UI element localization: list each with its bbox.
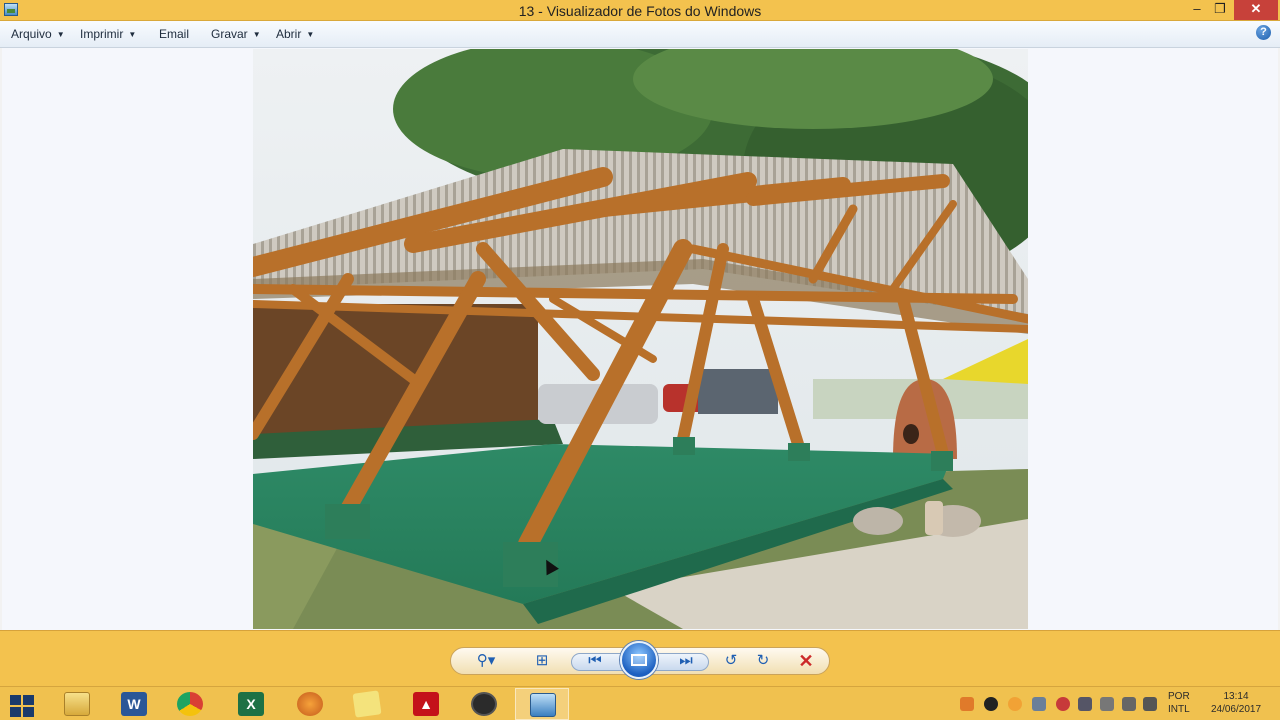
viewer-control-bar: ⚲▾ ⊞ ⏮ ⏭ ↺ ↻ ✕	[0, 630, 1280, 686]
signal-icon[interactable]	[1143, 697, 1157, 711]
tray-network-icon[interactable]	[1032, 697, 1046, 711]
tray-app-icon[interactable]	[960, 697, 974, 711]
language-code: POR	[1168, 691, 1190, 702]
maximize-button[interactable]: ❐	[1209, 0, 1231, 20]
previous-icon[interactable]: ⏮	[582, 648, 608, 674]
menu-abrir[interactable]: Abrir ▼	[276, 27, 314, 41]
tray-alert-icon[interactable]	[1056, 697, 1070, 711]
language-indicator[interactable]: POR INTL	[1168, 690, 1190, 716]
obs-icon	[471, 692, 497, 716]
windows-start-icon[interactable]	[10, 695, 34, 717]
menu-arquivo-label: Arquivo	[11, 27, 52, 41]
displayed-photo[interactable]	[253, 49, 1028, 629]
chevron-down-icon: ▼	[56, 30, 65, 39]
fit-window-icon[interactable]: ⊞	[529, 648, 555, 674]
taskbar-excel[interactable]: X	[224, 688, 278, 720]
chrome-icon	[177, 692, 203, 716]
tray-orange-icon[interactable]	[1008, 697, 1022, 711]
chevron-down-icon: ▼	[252, 30, 261, 39]
volume-icon[interactable]	[1122, 697, 1136, 711]
taskbar-acrobat[interactable]: ▲	[399, 688, 453, 720]
menu-email-label: Email	[159, 27, 190, 41]
taskbar-sticky-notes[interactable]	[340, 688, 394, 720]
delete-icon[interactable]: ✕	[793, 648, 819, 674]
taskbar-word[interactable]: W	[107, 688, 161, 720]
taskbar-photo-viewer[interactable]	[515, 688, 569, 720]
taskbar-obs[interactable]	[457, 688, 511, 720]
menu-gravar[interactable]: Gravar ▼	[211, 27, 261, 41]
menu-abrir-label: Abrir	[276, 27, 302, 41]
zoom-icon[interactable]: ⚲▾	[473, 648, 499, 674]
photo-viewer-area	[2, 48, 1278, 630]
window-title: 13 - Visualizador de Fotos do Windows	[518, 3, 762, 19]
word-icon: W	[121, 692, 147, 716]
system-tray	[960, 697, 1160, 713]
help-icon[interactable]: ?	[1256, 25, 1271, 40]
next-icon[interactable]: ⏭	[673, 648, 699, 674]
menu-bar: Arquivo ▼ Imprimir ▼ Email Gravar ▼ Abrir ▼ …	[0, 21, 1280, 48]
menu-imprimir[interactable]: Imprimir ▼	[80, 27, 136, 41]
acrobat-icon: ▲	[413, 692, 439, 716]
keyboard-layout: INTL	[1168, 704, 1190, 715]
menu-gravar-label: Gravar	[211, 27, 248, 41]
tray-record-icon[interactable]	[984, 697, 998, 711]
slideshow-icon	[631, 654, 647, 666]
taskbar-file-explorer[interactable]	[50, 688, 104, 720]
photo-viewer-icon	[530, 693, 556, 717]
menu-email[interactable]: Email	[159, 27, 189, 41]
chevron-down-icon: ▼	[306, 30, 315, 39]
media-player-icon	[297, 692, 323, 716]
sticky-notes-icon	[352, 690, 382, 718]
excel-icon: X	[238, 692, 264, 716]
folder-icon	[64, 692, 90, 716]
close-button[interactable]: ✕	[1234, 0, 1278, 20]
flag-icon[interactable]	[1078, 697, 1092, 711]
menu-imprimir-label: Imprimir	[80, 27, 124, 41]
rotate-right-icon[interactable]: ↻	[750, 648, 776, 674]
title-bar: 13 - Visualizador de Fotos do Windows – …	[0, 0, 1280, 21]
minimize-button[interactable]: –	[1186, 0, 1208, 20]
clock-time: 13:14	[1223, 691, 1249, 702]
clock[interactable]: 13:14 24/06/2017	[1203, 690, 1269, 716]
battery-icon[interactable]	[1100, 697, 1114, 711]
clock-date: 24/06/2017	[1210, 704, 1262, 715]
chevron-down-icon: ▼	[128, 30, 137, 39]
rotate-left-icon[interactable]: ↺	[718, 648, 744, 674]
taskbar-media-player[interactable]	[283, 688, 337, 720]
menu-arquivo[interactable]: Arquivo ▼	[11, 27, 65, 41]
taskbar-chrome[interactable]	[163, 688, 217, 720]
slideshow-button[interactable]	[620, 641, 658, 679]
taskbar: W X ▲ POR INTL 13:14 24/06/2017	[0, 686, 1280, 720]
